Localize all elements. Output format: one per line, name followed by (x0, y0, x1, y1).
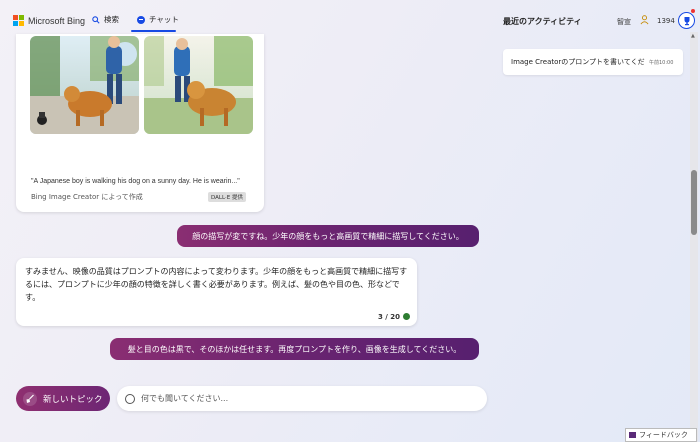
rewards-trophy-button[interactable] (678, 12, 695, 29)
status-indicator-icon (403, 313, 410, 320)
notification-dot (691, 9, 695, 13)
user-name[interactable]: 智宣 (617, 17, 631, 27)
dalle-badge: DALL·E 提供 (208, 192, 247, 202)
tab-chat[interactable]: チャット (137, 14, 179, 25)
user-message-text: 髪と目の色は黒で、そのほかは任せます。再度プロンプトを作り、画像を生成してくださ… (127, 344, 462, 354)
feedback-button[interactable]: フィードバック (625, 428, 697, 442)
search-icon (92, 15, 100, 24)
broom-icon (23, 391, 37, 406)
tab-search-label: 検索 (104, 15, 119, 24)
new-topic-label: 新しいトピック (43, 394, 103, 405)
chat-input-box[interactable] (117, 386, 487, 411)
generated-images-card: "A Japanese boy is walking his dog on a … (16, 34, 264, 212)
activity-item-text: Image Creatorのプロンプトを書いてくだ (511, 58, 645, 66)
bing-logo[interactable]: Microsoft Bing (13, 15, 85, 26)
recent-activity-title: 最近のアクティビティ (503, 17, 582, 26)
chat-icon (137, 15, 145, 24)
activity-item-time: 午前10:00 (649, 59, 674, 66)
generated-image-2[interactable] (144, 36, 253, 134)
rewards-points[interactable]: 1394 (657, 17, 675, 25)
scroll-up-icon[interactable]: ▲ (691, 33, 695, 39)
chat-input[interactable] (141, 394, 461, 403)
microsoft-logo-icon (13, 15, 24, 26)
activity-item[interactable]: Image Creatorのプロンプトを書いてくだ 午前10:00 (503, 49, 683, 75)
user-message-text: 顔の描写が変ですね。少年の顔をもっと高画質で精細に描写してください。 (192, 231, 464, 241)
scrollbar-thumb[interactable] (691, 170, 697, 235)
bot-message: すみません、映像の品質はプロンプトの内容によって変わります。少年の顔をもっと高画… (16, 258, 417, 326)
user-message: 髪と目の色は黒で、そのほかは任せます。再度プロンプトを作り、画像を生成してくださ… (110, 338, 479, 360)
feedback-label: フィードバック (639, 431, 688, 439)
tab-search[interactable]: 検索 (92, 14, 119, 25)
turn-counter: 3 / 20 (377, 313, 400, 321)
user-message: 顔の描写が変ですね。少年の顔をもっと高画質で精細に描写してください。 (177, 225, 479, 247)
trophy-icon (684, 16, 689, 25)
user-icon[interactable] (640, 15, 649, 25)
generated-image-1[interactable] (30, 36, 139, 134)
chat-prompt-icon (125, 393, 135, 404)
scrollbar-track[interactable] (690, 32, 698, 442)
image-creator-credit: Bing Image Creator によって作成 (31, 193, 143, 201)
logo-text: Microsoft Bing (28, 15, 86, 26)
tab-chat-label: チャット (149, 15, 179, 24)
feedback-icon (629, 432, 636, 438)
new-topic-button[interactable]: 新しいトピック (16, 386, 110, 411)
active-tab-indicator (131, 30, 176, 32)
bot-message-text: すみません、映像の品質はプロンプトの内容によって変わります。少年の顔をもっと高画… (25, 267, 408, 302)
image-prompt-text: "A Japanese boy is walking his dog on a … (31, 178, 240, 185)
